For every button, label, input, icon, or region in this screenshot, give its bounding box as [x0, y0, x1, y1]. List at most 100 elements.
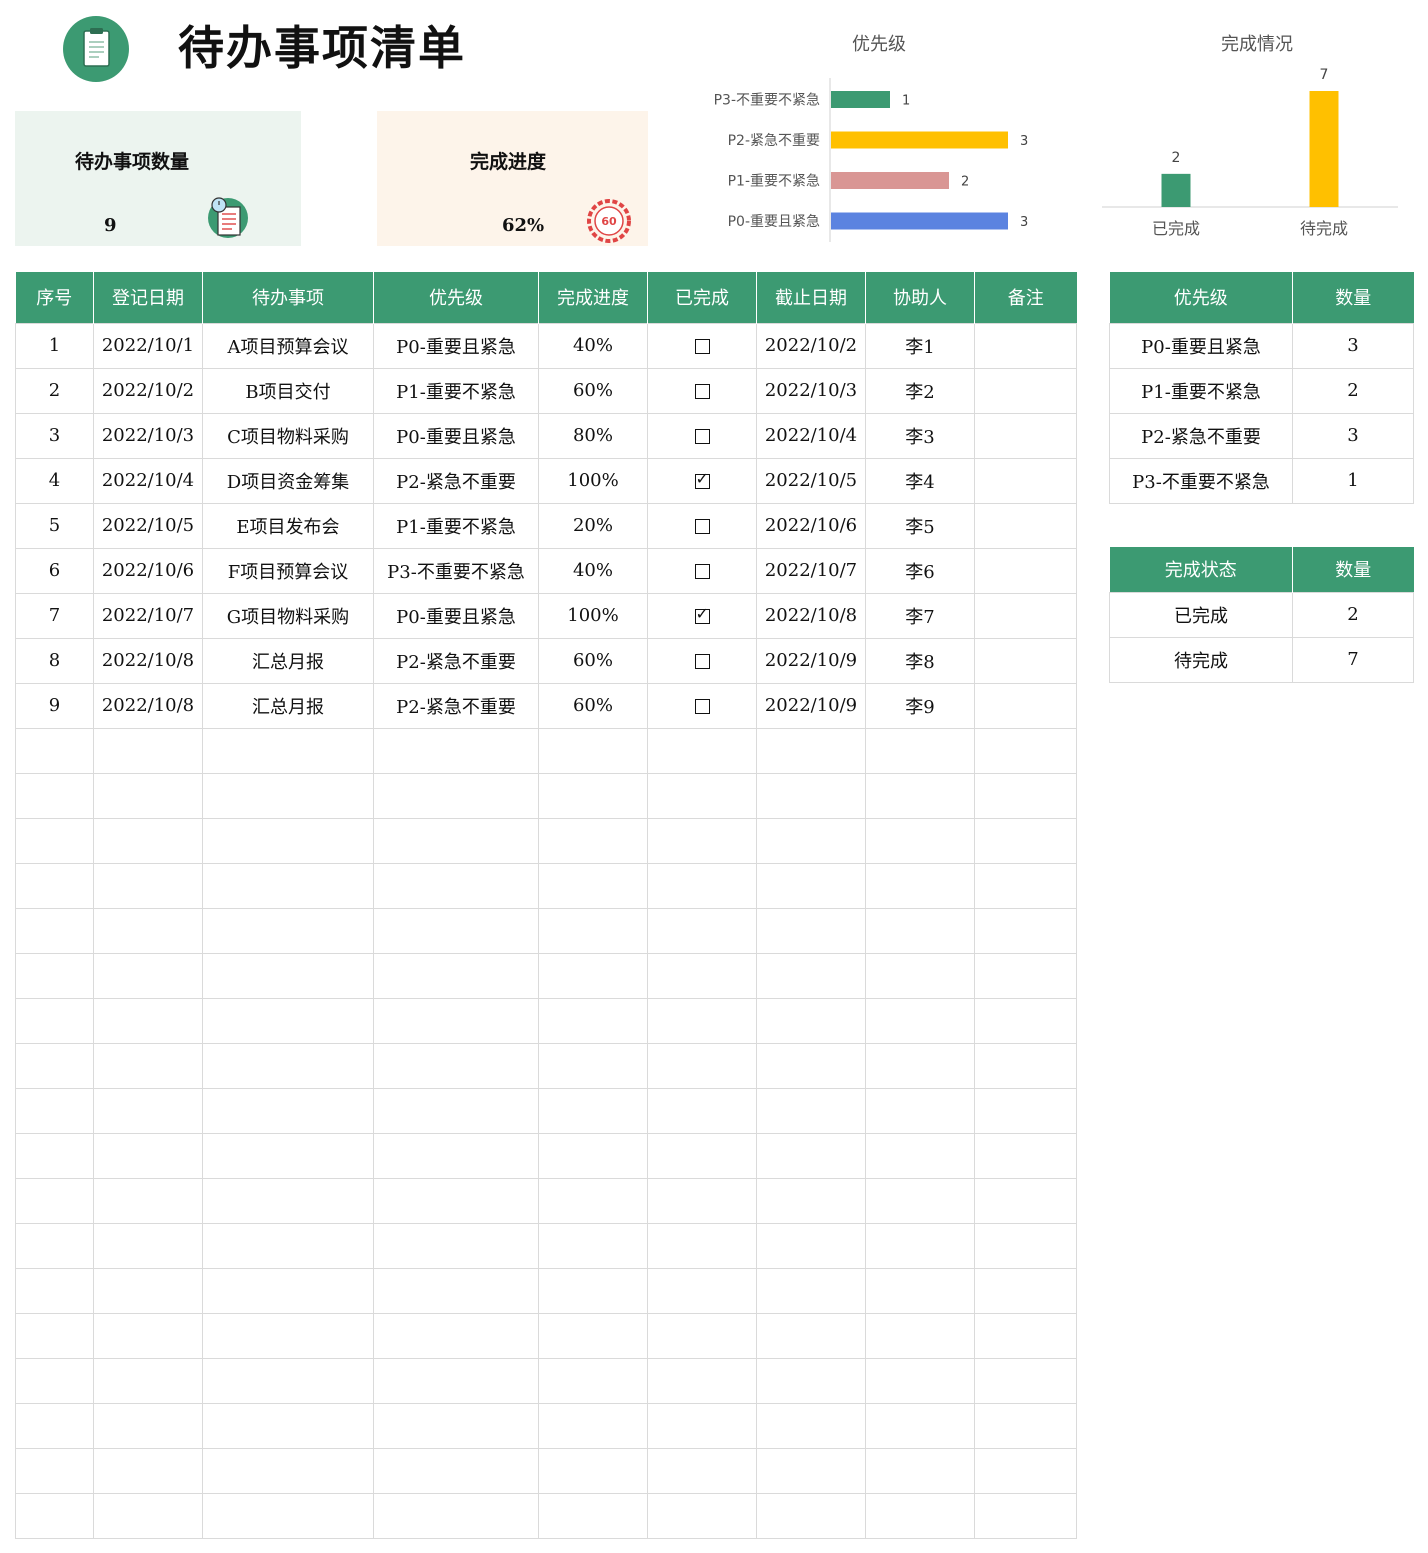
- row-task-cell[interactable]: C项目物料采购: [202, 412, 374, 459]
- row-note-cell[interactable]: [974, 1492, 1077, 1539]
- col-header-no[interactable]: 序号: [15, 272, 94, 323]
- row-task-cell[interactable]: E项目发布会: [202, 502, 374, 549]
- row-task-cell[interactable]: [202, 817, 374, 864]
- row-due-cell[interactable]: [756, 1402, 866, 1449]
- row-progress-cell[interactable]: [538, 1177, 648, 1224]
- row-done-cell[interactable]: [647, 1402, 757, 1449]
- row-due-cell[interactable]: [756, 1222, 866, 1269]
- row-priority-cell[interactable]: [373, 997, 539, 1044]
- row-no-cell[interactable]: [15, 1087, 94, 1134]
- row-date-cell[interactable]: 2022/10/1: [93, 322, 203, 369]
- row-date-cell[interactable]: [93, 862, 203, 909]
- row-task-cell[interactable]: [202, 997, 374, 1044]
- row-no-cell[interactable]: [15, 1492, 94, 1539]
- row-no-cell[interactable]: [15, 1132, 94, 1179]
- row-due-cell[interactable]: [756, 1042, 866, 1089]
- row-priority-cell[interactable]: [373, 817, 539, 864]
- row-due-cell[interactable]: [756, 1357, 866, 1404]
- row-priority-cell[interactable]: [373, 1087, 539, 1134]
- row-done-cell[interactable]: [647, 1492, 757, 1539]
- row-priority-cell[interactable]: P0-重要且紧急: [373, 412, 539, 459]
- row-note-cell[interactable]: [974, 997, 1077, 1044]
- row-task-cell[interactable]: [202, 1222, 374, 1269]
- row-helper-cell[interactable]: [865, 1042, 975, 1089]
- row-progress-cell[interactable]: 80%: [538, 412, 648, 459]
- row-done-cell[interactable]: [647, 1087, 757, 1134]
- row-no-cell[interactable]: [15, 1177, 94, 1224]
- row-note-cell[interactable]: [974, 1087, 1077, 1134]
- row-progress-cell[interactable]: 100%: [538, 457, 648, 504]
- row-date-cell[interactable]: [93, 772, 203, 819]
- row-no-cell[interactable]: 4: [15, 457, 94, 504]
- row-due-cell[interactable]: [756, 1492, 866, 1539]
- unchecked-checkbox[interactable]: [694, 563, 710, 579]
- row-date-cell[interactable]: [93, 1312, 203, 1359]
- row-note-cell[interactable]: [974, 907, 1077, 954]
- row-task-cell[interactable]: [202, 772, 374, 819]
- row-progress-cell[interactable]: 40%: [538, 322, 648, 369]
- row-task-cell[interactable]: [202, 1042, 374, 1089]
- row-date-cell[interactable]: [93, 1042, 203, 1089]
- row-done-cell[interactable]: [647, 1132, 757, 1179]
- row-no-cell[interactable]: [15, 1447, 94, 1494]
- row-due-cell[interactable]: 2022/10/8: [756, 592, 866, 639]
- row-no-cell[interactable]: 3: [15, 412, 94, 459]
- row-done-cell[interactable]: [647, 907, 757, 954]
- row-task-cell[interactable]: [202, 862, 374, 909]
- row-date-cell[interactable]: [93, 727, 203, 774]
- row-date-cell[interactable]: [93, 952, 203, 999]
- row-done-cell[interactable]: [647, 367, 757, 414]
- unchecked-checkbox[interactable]: [694, 518, 710, 534]
- row-done-cell[interactable]: [647, 457, 757, 504]
- col-header-priority-name[interactable]: 优先级: [1109, 272, 1293, 323]
- row-due-cell[interactable]: 2022/10/9: [756, 637, 866, 684]
- row-no-cell[interactable]: [15, 862, 94, 909]
- row-date-cell[interactable]: 2022/10/8: [93, 682, 203, 729]
- row-done-cell[interactable]: [647, 1177, 757, 1224]
- row-priority-cell[interactable]: [373, 1042, 539, 1089]
- row-priority-cell[interactable]: P0-重要且紧急: [373, 592, 539, 639]
- row-date-cell[interactable]: [93, 1267, 203, 1314]
- row-progress-cell[interactable]: 60%: [538, 682, 648, 729]
- row-helper-cell[interactable]: [865, 952, 975, 999]
- row-helper-cell[interactable]: 李7: [865, 592, 975, 639]
- row-helper-cell[interactable]: [865, 817, 975, 864]
- row-done-cell[interactable]: [647, 1357, 757, 1404]
- row-note-cell[interactable]: [974, 682, 1077, 729]
- row-task-cell[interactable]: [202, 907, 374, 954]
- row-helper-cell[interactable]: 李5: [865, 502, 975, 549]
- row-helper-cell[interactable]: [865, 907, 975, 954]
- row-helper-cell[interactable]: [865, 1402, 975, 1449]
- checked-checkbox[interactable]: [694, 469, 710, 489]
- row-priority-cell[interactable]: P2-紧急不重要: [373, 682, 539, 729]
- row-date-cell[interactable]: [93, 997, 203, 1044]
- row-progress-cell[interactable]: 100%: [538, 592, 648, 639]
- row-progress-cell[interactable]: [538, 1267, 648, 1314]
- row-helper-cell[interactable]: [865, 1132, 975, 1179]
- row-note-cell[interactable]: [974, 1042, 1077, 1089]
- row-note-cell[interactable]: [974, 727, 1077, 774]
- row-progress-cell[interactable]: [538, 1222, 648, 1269]
- row-task-cell[interactable]: 汇总月报: [202, 637, 374, 684]
- row-helper-cell[interactable]: [865, 1447, 975, 1494]
- col-header-status-count[interactable]: 数量: [1292, 547, 1414, 592]
- row-no-cell[interactable]: 6: [15, 547, 94, 594]
- row-priority-cell[interactable]: [373, 1447, 539, 1494]
- row-no-cell[interactable]: [15, 817, 94, 864]
- row-date-cell[interactable]: 2022/10/2: [93, 367, 203, 414]
- row-helper-cell[interactable]: 李3: [865, 412, 975, 459]
- row-priority-cell[interactable]: P2-紧急不重要: [373, 457, 539, 504]
- row-progress-cell[interactable]: [538, 952, 648, 999]
- unchecked-checkbox[interactable]: [694, 383, 710, 399]
- col-header-helper[interactable]: 协助人: [865, 272, 975, 323]
- row-due-cell[interactable]: 2022/10/6: [756, 502, 866, 549]
- row-task-cell[interactable]: [202, 1492, 374, 1539]
- row-done-cell[interactable]: [647, 817, 757, 864]
- row-progress-cell[interactable]: [538, 1492, 648, 1539]
- row-note-cell[interactable]: [974, 412, 1077, 459]
- row-task-cell[interactable]: D项目资金筹集: [202, 457, 374, 504]
- row-helper-cell[interactable]: [865, 1222, 975, 1269]
- row-done-cell[interactable]: [647, 592, 757, 639]
- row-progress-cell[interactable]: [538, 817, 648, 864]
- row-priority-cell[interactable]: [373, 862, 539, 909]
